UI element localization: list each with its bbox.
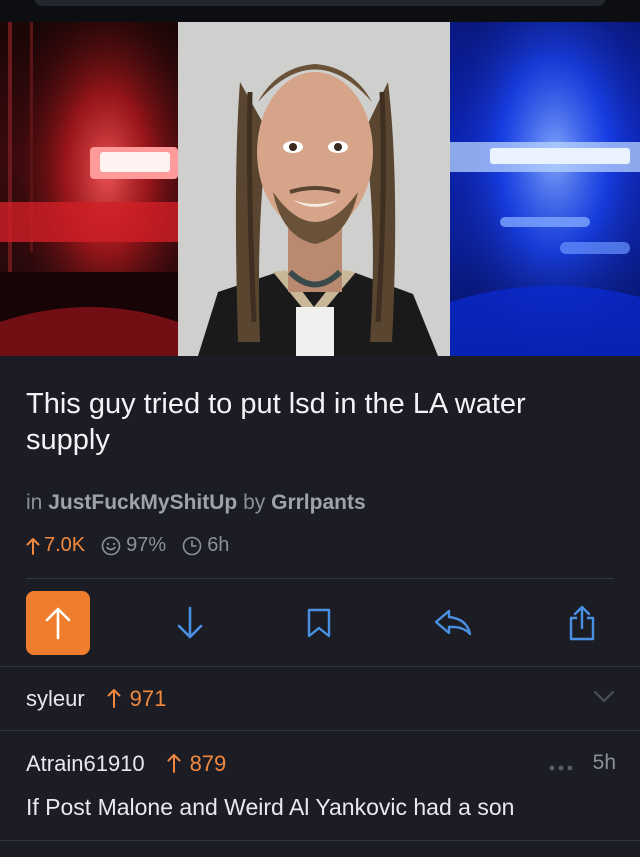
post-age: 6h (182, 534, 229, 557)
comment-body: If Post Malone and Weird Al Yankovic had… (26, 794, 515, 820)
upvote-count: 7.0K (26, 534, 85, 557)
post-detail: This guy tried to put lsd in the LA wate… (0, 356, 640, 857)
police-light-blue-panel (450, 22, 640, 356)
comment-collapsed[interactable]: syleur 971 (26, 686, 616, 716)
search-bar-edge (34, 0, 606, 6)
author-link[interactable]: Grrlpants (271, 491, 366, 514)
share-button[interactable] (550, 591, 614, 655)
upvote-value: 7.0K (44, 534, 86, 556)
post-meta: in JustFuckMyShitUp by Grrlpants (26, 491, 366, 515)
top-strip (0, 0, 640, 22)
comment-username[interactable]: syleur (26, 686, 85, 711)
meta-by-label: by (243, 491, 266, 514)
comment-username[interactable]: Atrain61910 (26, 751, 145, 776)
ratio-value: 97% (126, 534, 167, 556)
upvote-ratio: 97% (101, 534, 166, 557)
chevron-down-icon[interactable] (592, 688, 616, 709)
comment-score: 879 (189, 751, 227, 776)
clock-icon (182, 536, 202, 555)
comment-score: 971 (129, 686, 167, 711)
comment-age: 5h (592, 751, 616, 774)
mugshot-panel (178, 22, 450, 356)
comment-upvote-icon (167, 754, 181, 773)
divider (0, 730, 640, 731)
action-bar (0, 588, 640, 668)
post-title[interactable]: This guy tried to put lsd in the LA wate… (26, 386, 616, 458)
bookmark-icon (307, 608, 331, 638)
meta-in-label: in (26, 491, 43, 514)
downvote-button[interactable] (158, 591, 222, 655)
downvote-arrow-icon (177, 606, 203, 639)
comment-upvote-icon (107, 689, 121, 708)
subreddit-link[interactable]: JustFuckMyShitUp (48, 491, 237, 514)
comment-header: Atrain61910 879 5h (26, 751, 616, 781)
share-icon (569, 605, 595, 641)
police-light-red-panel (0, 22, 178, 356)
reply-icon (434, 609, 472, 636)
divider (0, 840, 640, 841)
save-button[interactable] (287, 591, 351, 655)
small-upvote-icon (26, 537, 40, 555)
reply-button[interactable] (421, 591, 485, 655)
age-value: 6h (207, 534, 230, 556)
smiley-icon (101, 536, 121, 555)
post-stats: 7.0K 97% 6h (26, 534, 229, 557)
divider (26, 578, 614, 579)
upvote-button[interactable] (26, 591, 90, 655)
divider (0, 666, 640, 667)
post-image[interactable] (0, 22, 640, 356)
more-options-icon[interactable] (548, 759, 574, 777)
upvote-arrow-icon (45, 607, 71, 640)
